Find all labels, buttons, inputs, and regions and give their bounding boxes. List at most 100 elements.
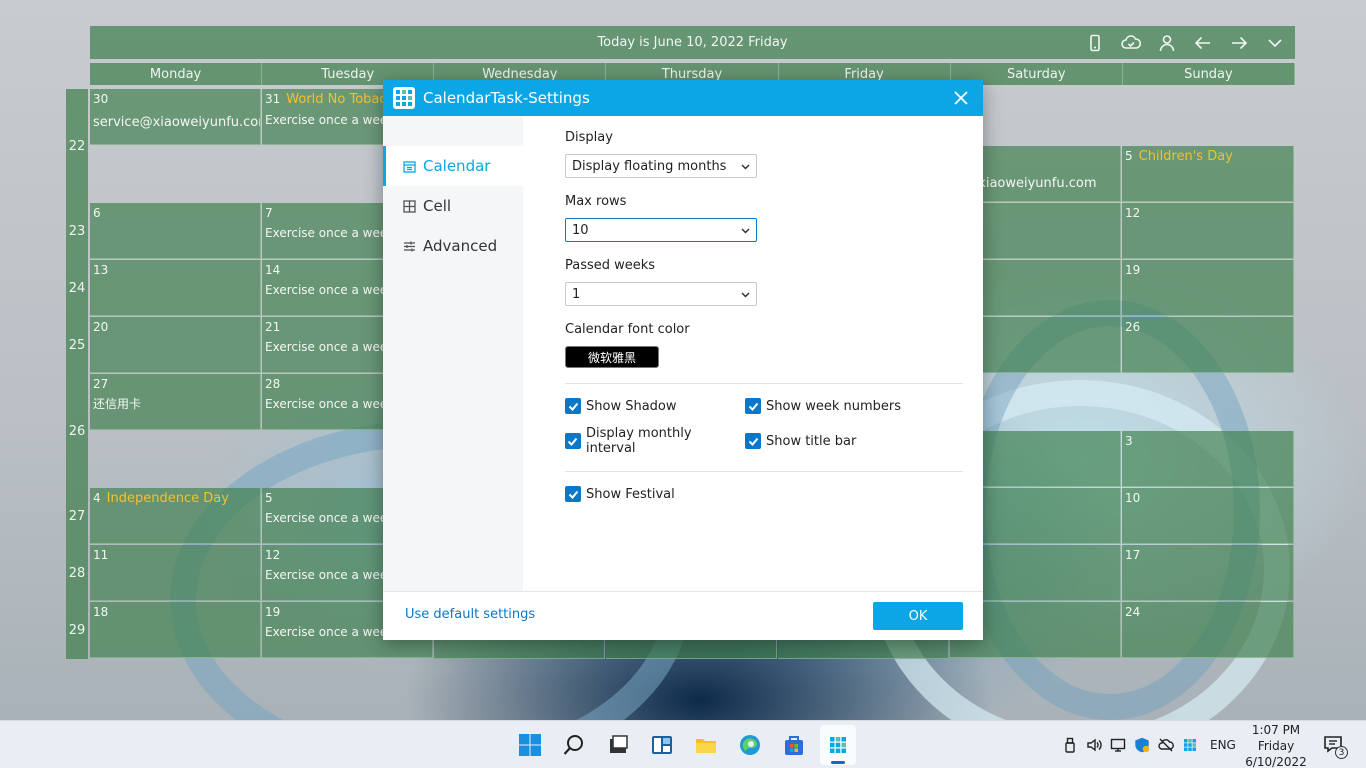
check-icon [568, 402, 578, 411]
day-number: 20 [93, 320, 109, 334]
day-number: 10 [1125, 491, 1141, 505]
day-number: 4 [93, 491, 101, 505]
max-rows-select[interactable]: 10 [565, 218, 757, 242]
task-view-icon [610, 735, 628, 753]
language-indicator[interactable]: ENG [1210, 738, 1236, 752]
day-number: 28 [265, 377, 281, 391]
calendar-cell[interactable]: 19 [1122, 260, 1294, 316]
check-icon [748, 402, 758, 411]
show-title-bar-checkbox[interactable]: Show title bar [745, 426, 945, 456]
nav-item-label: Calendar [423, 157, 491, 175]
phone-icon[interactable] [1085, 33, 1105, 53]
nav-item-cell[interactable]: Cell [383, 186, 523, 226]
calendar-cell[interactable]: 24 [1122, 602, 1294, 658]
calendar-cell[interactable]: 6 [90, 203, 261, 259]
passed-weeks-select[interactable]: 1 [565, 282, 757, 306]
calendar-icon [403, 160, 416, 173]
security-shield-icon[interactable] [1134, 737, 1150, 753]
edge-button[interactable] [732, 725, 768, 765]
display-monthly-interval-checkbox[interactable]: Display monthly interval [565, 426, 745, 456]
calendar-cell[interactable]: 11 [90, 545, 261, 601]
day-number: 12 [265, 548, 281, 562]
chevron-down-icon[interactable] [1265, 33, 1285, 53]
show-week-numbers-checkbox[interactable]: Show week numbers [745, 398, 945, 414]
day-number: 17 [1125, 548, 1141, 562]
calendar-cell[interactable]: 4 Independence Day [90, 488, 261, 544]
display-value: Display floating months [572, 158, 727, 174]
font-color-button[interactable]: 微软雅黑 [565, 346, 659, 368]
clock-time: 1:07 PM [1251, 723, 1301, 737]
cloud-sync-icon[interactable] [1121, 33, 1141, 53]
day-number: 7 [265, 206, 273, 220]
arrow-left-icon[interactable] [1193, 33, 1213, 53]
nav-item-advanced[interactable]: Advanced [383, 226, 523, 266]
day-number: 26 [1125, 320, 1141, 334]
user-icon[interactable] [1157, 33, 1177, 53]
passed-weeks-label: Passed weeks [565, 258, 656, 273]
notification-center-button[interactable]: 3 [1322, 733, 1348, 759]
show-festival-checkbox[interactable]: Show Festival [565, 486, 965, 502]
grid-icon [403, 199, 416, 213]
weekday-label: Monday [90, 63, 263, 85]
search-button[interactable] [556, 725, 592, 765]
network-icon[interactable] [1110, 737, 1126, 753]
cell-task: 还信用卡 [93, 397, 142, 411]
edge-browser-icon [740, 735, 760, 755]
system-tray: ENG [1062, 721, 1246, 768]
calendar-cell[interactable]: 5 Children's Day [1122, 146, 1294, 202]
store-icon [785, 736, 803, 755]
calendar-cell[interactable]: 3 [1122, 431, 1294, 487]
week-number: 26 [66, 374, 88, 488]
volume-icon[interactable] [1086, 737, 1102, 753]
day-number: 31 [265, 92, 281, 106]
calendartask-app-icon [830, 737, 846, 753]
clock[interactable]: 1:07 PM Friday 6/10/2022 [1240, 722, 1312, 768]
calendar-cell[interactable]: 18 [90, 602, 261, 658]
week-number: 23 [66, 203, 88, 260]
week-number: 25 [66, 317, 88, 374]
day-number: 3 [1125, 434, 1133, 448]
checkbox-label: Show Shadow [586, 398, 677, 414]
search-icon [563, 735, 583, 755]
arrow-right-icon[interactable] [1229, 33, 1249, 53]
calendartask-tray-icon[interactable] [1182, 737, 1198, 753]
calendar-cell[interactable]: 13 [90, 260, 261, 316]
close-button[interactable] [949, 86, 973, 110]
calendar-cell[interactable]: 30 service@xiaoweiyunfu.com [90, 89, 261, 145]
checkbox-label: Show Festival [586, 486, 675, 502]
option-checkboxes: Show Shadow Show week numbers Display mo… [565, 398, 965, 456]
start-button[interactable] [512, 725, 548, 765]
task-view-button[interactable] [600, 725, 636, 765]
display-select[interactable]: Display floating months [565, 154, 757, 178]
calendar-cell[interactable]: 27 还信用卡 [90, 374, 261, 430]
notification-count-badge: 3 [1335, 746, 1348, 759]
chevron-down-icon [741, 291, 750, 298]
calendar-cell[interactable]: 20 [90, 317, 261, 373]
show-shadow-checkbox[interactable]: Show Shadow [565, 398, 745, 414]
day-number: 30 [93, 92, 109, 106]
store-button[interactable] [776, 725, 812, 765]
calendar-cell[interactable]: 12 [1122, 203, 1294, 259]
file-explorer-button[interactable] [688, 725, 724, 765]
calendar-title: Today is June 10, 2022 Friday [597, 35, 788, 50]
ok-button[interactable]: OK [873, 602, 963, 630]
use-default-settings-link[interactable]: Use default settings [405, 607, 535, 622]
widgets-button[interactable] [644, 725, 680, 765]
cloud-offline-icon[interactable] [1158, 737, 1174, 753]
calendar-cell[interactable]: 17 [1122, 545, 1294, 601]
calendartask-button[interactable] [820, 725, 856, 765]
taskbar: ENG 1:07 PM Friday 6/10/2022 3 [0, 720, 1366, 768]
settings-sidebar: Calendar Cell Advanced [383, 116, 523, 591]
calendar-cell[interactable]: 10 [1122, 488, 1294, 544]
max-rows-label: Max rows [565, 194, 627, 209]
chevron-down-icon [741, 227, 750, 234]
calendar-cell[interactable]: 26 [1122, 317, 1294, 373]
usb-device-icon[interactable] [1062, 737, 1078, 753]
week-number: 27 [66, 488, 88, 545]
day-number: 19 [1125, 263, 1141, 277]
dialog-title-bar[interactable]: CalendarTask-Settings [383, 80, 983, 116]
nav-item-calendar[interactable]: Calendar [383, 146, 523, 186]
checkbox-checked [565, 486, 581, 502]
week-number: 28 [66, 545, 88, 602]
clock-date: 6/10/2022 [1245, 755, 1307, 768]
